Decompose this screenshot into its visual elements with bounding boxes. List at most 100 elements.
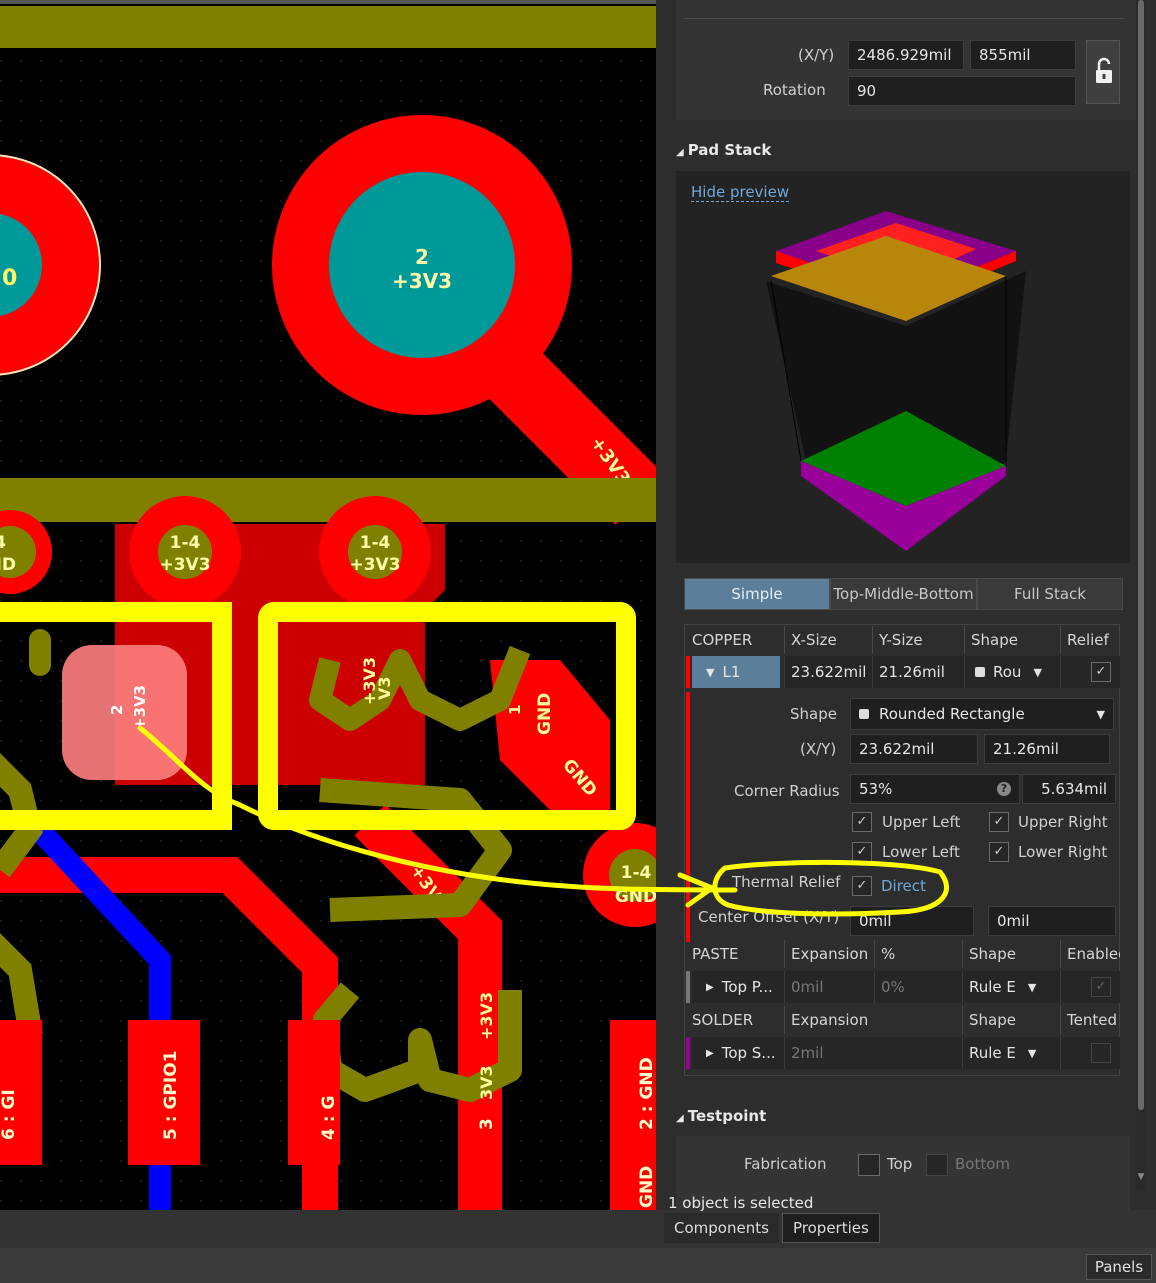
paste-pct-value[interactable]: 0% bbox=[874, 971, 962, 1003]
pcb-canvas[interactable]: 0 2 +3V3 +3V3 4 ND 1-4 +3V3 1-4 +3V3 GND… bbox=[0, 0, 656, 1210]
canvas-top-border bbox=[0, 0, 656, 4]
lower-right-label: Lower Right bbox=[1018, 843, 1108, 861]
l1-shape-value: Rou bbox=[993, 663, 1022, 681]
lower-3v3-a: +3V3 bbox=[477, 992, 496, 1040]
paste-row-name-cell[interactable]: ▶ Top P... bbox=[692, 971, 784, 1003]
location-x-field[interactable]: 2486.929mil bbox=[848, 40, 964, 70]
upper-left-checkbox[interactable]: ✓ bbox=[852, 812, 872, 832]
chevron-down-icon: ▼ bbox=[1096, 707, 1105, 721]
bottom-pad-3-label: 3 bbox=[477, 1118, 497, 1130]
help-icon[interactable]: ? bbox=[997, 782, 1011, 796]
center-offset-y-field[interactable]: 0mil bbox=[988, 906, 1116, 936]
tab-full-stack[interactable]: Full Stack bbox=[977, 578, 1123, 610]
paste-header: PASTE bbox=[692, 945, 739, 963]
l1-detail-color-bar bbox=[686, 692, 690, 942]
panel-scrollbar-track[interactable]: ▼ bbox=[1136, 0, 1146, 1190]
paste-pct-header: % bbox=[874, 940, 962, 968]
solder-row-name-cell[interactable]: ▶ Top S... bbox=[692, 1037, 784, 1069]
bottom-bar bbox=[0, 1248, 1156, 1283]
gnd-label-a: GND bbox=[535, 693, 555, 735]
fabrication-bottom-label: Bottom bbox=[955, 1155, 1011, 1173]
lower-3v3-b: 3V3 bbox=[477, 1065, 496, 1100]
tab-components[interactable]: Components bbox=[664, 1213, 779, 1243]
corner-radius-pct-value: 53% bbox=[859, 780, 893, 798]
solder-expansion-value[interactable]: 2mil bbox=[784, 1037, 962, 1069]
detail-shape-select[interactable]: Rounded Rectangle ▼ bbox=[850, 698, 1114, 730]
paste-enabled-cell: ✓ bbox=[1060, 971, 1120, 1003]
tab-simple[interactable]: Simple bbox=[684, 578, 830, 610]
location-divider bbox=[684, 18, 1124, 19]
panels-button[interactable]: Panels bbox=[1086, 1254, 1152, 1280]
bottom-pad-gpio4[interactable] bbox=[288, 1020, 340, 1165]
corner-radius-mil-field[interactable]: 5.634mil bbox=[1022, 774, 1116, 804]
pad-1-4-b-pin: 1-4 bbox=[360, 533, 391, 553]
scroll-down-icon[interactable]: ▼ bbox=[1136, 1172, 1146, 1184]
center-offset-x-field[interactable]: 0mil bbox=[850, 906, 974, 936]
testpoint-title: Testpoint bbox=[687, 1107, 767, 1125]
corner-radius-pct-field[interactable]: 53% ? bbox=[850, 774, 1020, 804]
paste-expansion-value[interactable]: 0mil bbox=[784, 971, 874, 1003]
rotation-field[interactable]: 90 bbox=[848, 76, 1076, 106]
l1-layer-cell[interactable]: ▼ L1 bbox=[692, 656, 780, 688]
tab-top-middle-bottom[interactable]: Top-Middle-Bottom bbox=[830, 578, 977, 610]
y-size-header: Y-Size bbox=[872, 626, 964, 654]
chevron-down-icon: ▼ bbox=[1033, 665, 1042, 679]
detail-x-field[interactable]: 23.622mil bbox=[850, 734, 978, 764]
chevron-down-icon: ▼ bbox=[1027, 980, 1037, 994]
pad-1-4-gnd-net: GND bbox=[615, 887, 656, 907]
pad-stack-title: Pad Stack bbox=[687, 141, 772, 159]
paste-shape-header: Shape bbox=[962, 940, 1060, 968]
pad-1-4-left-pin: 4 bbox=[0, 533, 6, 553]
testpoint-section-header[interactable]: ◢ Testpoint bbox=[676, 1107, 766, 1125]
lower-left-checkbox[interactable]: ✓ bbox=[852, 842, 872, 862]
bottom-pad-gpio4-label: 4 : G bbox=[319, 1096, 339, 1140]
solder-shape-header: Shape bbox=[962, 1006, 1060, 1034]
solder-tented-cell bbox=[1060, 1037, 1120, 1069]
pad-1-4-b-net: +3V3 bbox=[349, 555, 400, 575]
relief-checkbox[interactable]: ✓ bbox=[1091, 662, 1111, 682]
fabrication-bottom-checkbox[interactable] bbox=[926, 1154, 948, 1176]
pad-1-4-left-net: ND bbox=[0, 555, 16, 575]
unlock-icon bbox=[1096, 57, 1112, 83]
paste-layer-color bbox=[686, 971, 690, 1003]
l1-layer-color bbox=[686, 656, 690, 688]
expand-right-icon: ▶ bbox=[706, 981, 714, 993]
paste-enabled-checkbox[interactable]: ✓ bbox=[1091, 977, 1111, 997]
center-offset-label: Center Offset (X/Y) bbox=[698, 908, 840, 926]
fabrication-top-checkbox[interactable] bbox=[858, 1154, 880, 1176]
pad-stack-section-header[interactable]: ◢ Pad Stack bbox=[676, 141, 771, 159]
solder-tented-checkbox[interactable] bbox=[1091, 1043, 1111, 1063]
pad-1-4-gnd-pin: 1-4 bbox=[621, 863, 652, 883]
thermal-relief-checkbox[interactable]: ✓ bbox=[852, 876, 872, 896]
unlock-button[interactable] bbox=[1086, 40, 1120, 104]
thermal-relief-value[interactable]: Direct bbox=[881, 877, 926, 895]
upper-right-checkbox[interactable]: ✓ bbox=[989, 812, 1009, 832]
detail-shape-label: Shape bbox=[790, 705, 837, 723]
bottom-pad-gpio6-label: 6 : GI bbox=[0, 1089, 19, 1140]
detail-xy-label: (X/Y) bbox=[800, 740, 837, 758]
detail-shape-value: Rounded Rectangle bbox=[879, 705, 1025, 723]
location-xy-label: (X/Y) bbox=[798, 46, 835, 64]
lower-right-checkbox[interactable]: ✓ bbox=[989, 842, 1009, 862]
rounded-shape-icon bbox=[975, 667, 985, 677]
l1-y-size[interactable]: 21.26mil bbox=[872, 656, 964, 688]
shape-header: Shape bbox=[964, 626, 1060, 654]
panel-scrollbar-thumb[interactable] bbox=[1138, 0, 1144, 1110]
l1-relief-cell: ✓ bbox=[1060, 656, 1120, 688]
location-y-field[interactable]: 855mil bbox=[970, 40, 1076, 70]
l1-shape-select[interactable]: Rou ▼ bbox=[964, 656, 1060, 688]
collapse-triangle-icon: ◢ bbox=[676, 1113, 684, 1124]
bottom-pad-gpio1-label: 5 : GPIO1 bbox=[161, 1051, 181, 1140]
fabrication-label: Fabrication bbox=[744, 1155, 827, 1173]
solder-shape-select[interactable]: Rule E ▼ bbox=[962, 1037, 1060, 1069]
thermal-relief-label: Thermal Relief bbox=[732, 873, 841, 891]
big-pad-2-net: +3V3 bbox=[392, 269, 452, 293]
collapse-triangle-icon: ◢ bbox=[676, 147, 684, 158]
paste-shape-select[interactable]: Rule E ▼ bbox=[962, 971, 1060, 1003]
fabrication-top-label: Top bbox=[887, 1155, 913, 1173]
detail-y-field[interactable]: 21.26mil bbox=[984, 734, 1110, 764]
tab-properties[interactable]: Properties bbox=[782, 1213, 880, 1243]
pad-1-4-a-net: +3V3 bbox=[159, 555, 210, 575]
pad-stack-3d-preview bbox=[766, 211, 1026, 551]
l1-x-size[interactable]: 23.622mil bbox=[784, 656, 872, 688]
